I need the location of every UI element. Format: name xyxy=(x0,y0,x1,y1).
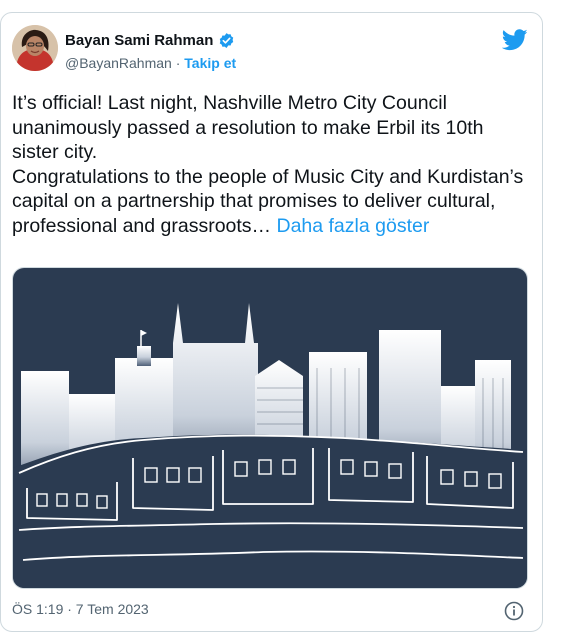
tweet-timestamp[interactable]: ÖS 1:19 · 7 Tem 2023 xyxy=(12,601,149,617)
verified-badge-icon xyxy=(220,33,234,48)
avatar[interactable] xyxy=(12,25,58,71)
show-more-link[interactable]: Daha fazla göster xyxy=(276,215,429,237)
twitter-bird-icon[interactable] xyxy=(502,29,528,51)
tweet-paragraph: Congratulations to the people of Music C… xyxy=(12,165,524,213)
author-name[interactable]: Bayan Sami Rahman xyxy=(65,32,213,49)
separator-dot: · xyxy=(175,55,181,71)
skyline-illustration xyxy=(13,268,527,588)
tweet-media[interactable] xyxy=(12,267,528,589)
handle-row: @BayanRahman · Takip et xyxy=(65,55,236,71)
author-row: Bayan Sami Rahman xyxy=(65,32,235,49)
tweet-paragraph-text: professional and grassroots… xyxy=(12,214,272,237)
info-icon[interactable] xyxy=(504,601,524,621)
avatar-image xyxy=(12,25,58,71)
follow-button[interactable]: Takip et xyxy=(184,55,236,71)
author-handle[interactable]: @BayanRahman xyxy=(65,55,172,71)
tweet-card[interactable]: Bayan Sami Rahman @BayanRahman · Takip e… xyxy=(0,12,543,632)
tweet-text: It’s official! Last night, Nashville Met… xyxy=(12,91,532,238)
tweet-paragraph-last: professional and grassroots… Daha fazla … xyxy=(12,214,532,239)
tweet-paragraph: It’s official! Last night, Nashville Met… xyxy=(12,92,484,163)
